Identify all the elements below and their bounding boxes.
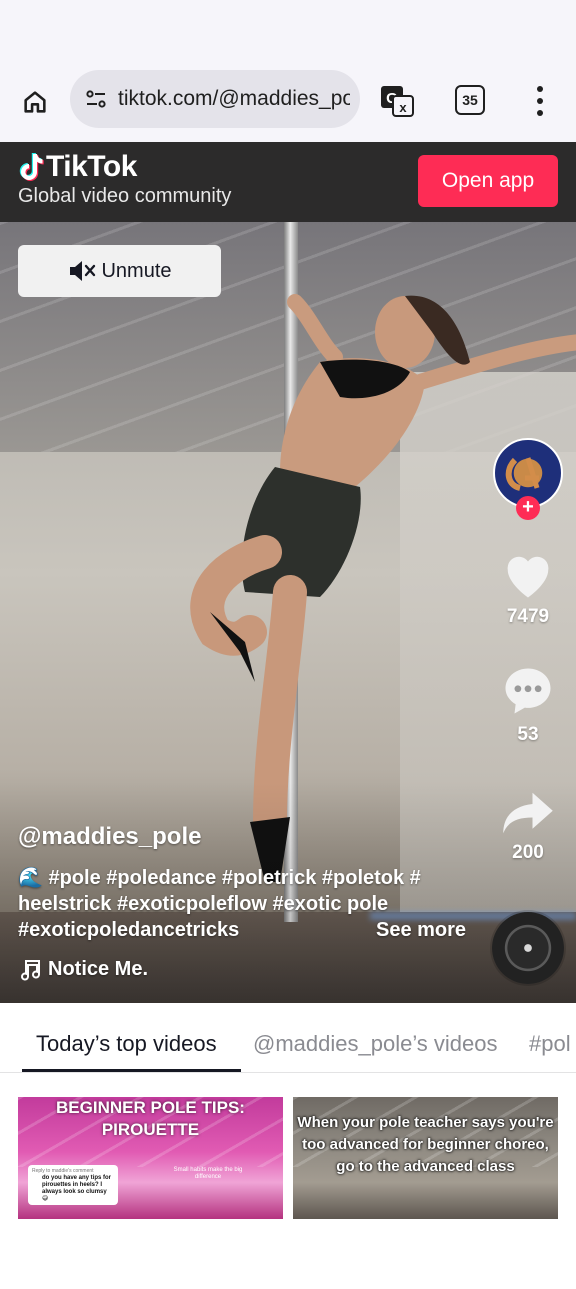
- share-action[interactable]: 200: [496, 790, 560, 864]
- tiktok-note-icon: [19, 153, 44, 181]
- translate-button[interactable]: G x: [378, 82, 416, 120]
- open-app-button[interactable]: Open app: [418, 155, 558, 207]
- creator-avatar[interactable]: +: [493, 438, 563, 520]
- home-button[interactable]: [14, 81, 56, 123]
- tiktok-banner: TikTok Global video community Open app: [0, 142, 576, 222]
- music-link[interactable]: Notice Me.: [18, 957, 148, 981]
- mute-icon: [70, 261, 96, 281]
- tiktok-logo[interactable]: TikTok: [18, 150, 137, 184]
- banner-tagline: Global video community: [18, 185, 232, 207]
- like-count: 7479: [506, 606, 550, 627]
- music-title: Notice Me.: [48, 957, 149, 980]
- translate-icon: G x: [381, 86, 414, 117]
- thumbnail-title: When your pole teacher says you're too a…: [297, 1114, 554, 1175]
- video-player[interactable]: Unmute + 7479 53 200 @maddies_pole 🌊 #po…: [0, 222, 576, 1003]
- see-more-link[interactable]: See more: [376, 919, 466, 942]
- svg-text:x: x: [399, 100, 407, 115]
- browser-toolbar: tiktok.com/@maddies_po G x 35: [0, 60, 576, 142]
- address-bar[interactable]: tiktok.com/@maddies_po: [70, 70, 360, 128]
- unmute-button[interactable]: Unmute: [18, 245, 221, 297]
- brand-wordmark: TikTok: [46, 150, 137, 183]
- like-action[interactable]: 7479: [496, 550, 560, 628]
- video-thumbnail[interactable]: When your pole teacher says you're too a…: [293, 1097, 558, 1219]
- heart-icon[interactable]: [501, 550, 555, 600]
- tab-switcher-button[interactable]: 35: [455, 85, 485, 115]
- reply-header: Reply to maddie's comment: [32, 1168, 94, 1174]
- share-count: 200: [512, 842, 544, 863]
- thumbnail-title: BEGINNER POLE TIPS: PIROUETTE: [56, 1098, 245, 1139]
- home-icon: [24, 91, 46, 113]
- music-disc-icon[interactable]: [492, 912, 564, 984]
- more-vert-icon[interactable]: [526, 82, 554, 120]
- reply-bubble: Reply to maddie's comment do you have an…: [28, 1165, 118, 1205]
- video-thumbnail[interactable]: BEGINNER POLE TIPS: PIROUETTE Reply to m…: [18, 1097, 283, 1219]
- tune-icon[interactable]: [82, 85, 110, 113]
- follow-plus-icon[interactable]: +: [516, 496, 540, 520]
- music-note-icon: [21, 960, 41, 981]
- tab-creator-videos[interactable]: @maddies_pole’s videos: [253, 1031, 498, 1057]
- comment-count: 53: [517, 724, 539, 745]
- comment-action[interactable]: 53: [496, 664, 560, 746]
- tab-todays-top-videos[interactable]: Today’s top videos: [36, 1031, 217, 1057]
- active-tab-indicator: [22, 1069, 241, 1072]
- status-bar: [0, 0, 576, 60]
- comment-icon[interactable]: [501, 664, 555, 718]
- share-icon[interactable]: [501, 790, 555, 836]
- url-text[interactable]: tiktok.com/@maddies_po: [118, 87, 350, 111]
- creator-username[interactable]: @maddies_pole: [18, 823, 201, 851]
- video-tabs: Today’s top videos @maddies_pole’s video…: [0, 1003, 576, 1073]
- unmute-label: Unmute: [101, 259, 172, 282]
- thumbnail-overlay-text: Small habits make the big difference: [173, 1167, 243, 1180]
- reply-body: do you have any tips for pirouettes in h…: [42, 1175, 112, 1202]
- tab-hashtag[interactable]: #pol: [529, 1031, 571, 1057]
